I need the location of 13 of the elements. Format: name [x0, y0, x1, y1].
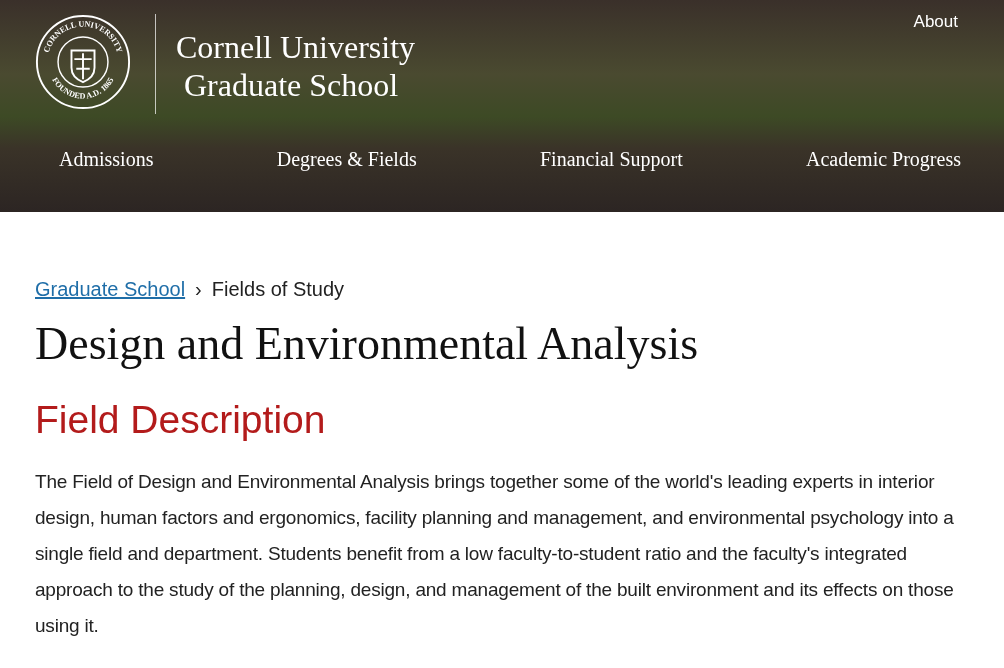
breadcrumb-separator: ›	[195, 278, 202, 301]
description-paragraph: The Field of Design and Environmental Analysis brings together some of the world's leading experts in interior design, human factors and ergonomics, facility planning and management, and environmental psychology into a single field and department. Students benefit from a low faculty-to-student ratio and the faculty's integrated approach to the study of the planning, design, and management of the built environment and its effects on those using it.	[35, 470, 955, 638]
nav-link[interactable]: Financial Support	[540, 148, 683, 171]
page-title: Design and Environmental Analysis	[35, 317, 700, 370]
section-heading: Field Description	[35, 398, 327, 442]
breadcrumb-current: Fields of Study	[211, 278, 345, 301]
site-title[interactable]: Cornell University	[176, 28, 416, 66]
site-subtitle[interactable]: Graduate School	[176, 66, 399, 104]
breadcrumb-link[interactable]: Graduate School	[35, 278, 186, 301]
nav-link[interactable]: Academic Progress	[806, 148, 961, 171]
nav-link[interactable]: Degrees & Fields	[276, 148, 417, 171]
about-link[interactable]: About	[913, 12, 958, 32]
nav-link[interactable]: Admissions	[59, 148, 154, 171]
